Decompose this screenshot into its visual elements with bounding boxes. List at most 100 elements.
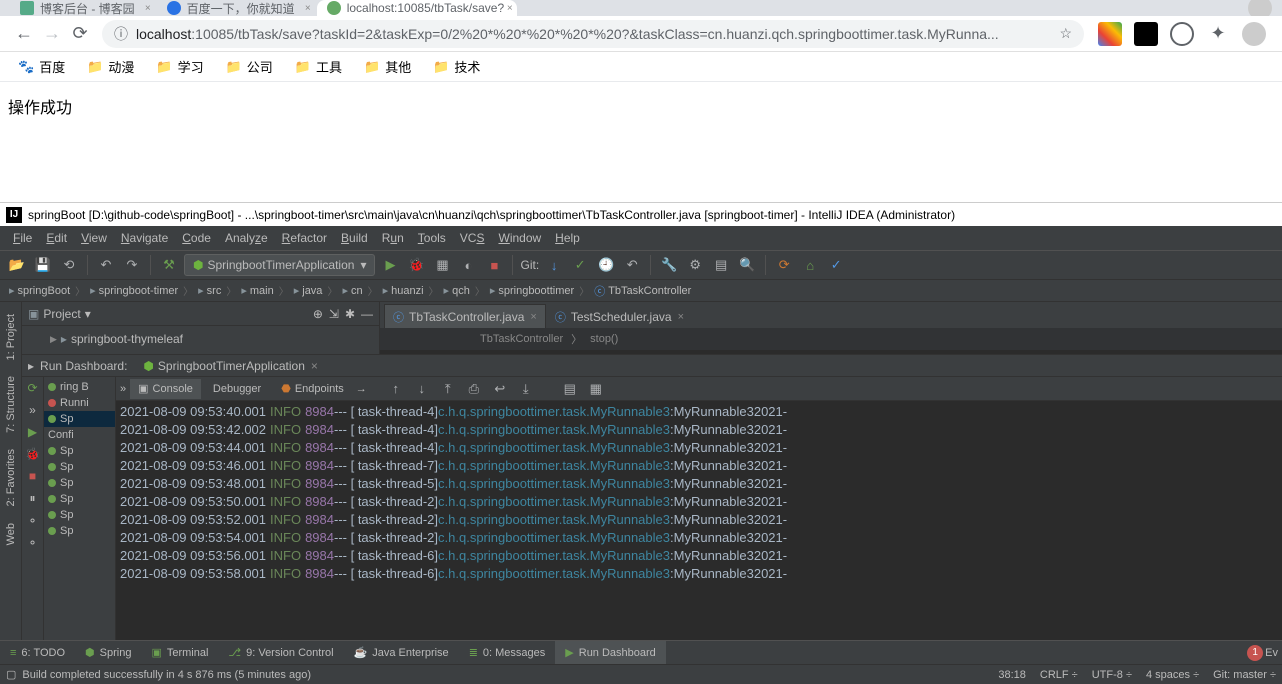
status-item[interactable]: Git: master ÷ xyxy=(1213,669,1276,681)
close-icon[interactable]: × xyxy=(145,3,151,14)
vcs-revert-icon[interactable]: ↶ xyxy=(621,254,643,276)
locate-icon[interactable]: ⊕ xyxy=(313,307,323,321)
scroll-icon[interactable]: ⤓ xyxy=(515,378,537,400)
crumb-item[interactable]: ▸springboottimer xyxy=(487,284,577,297)
settings-icon[interactable]: ⚙ xyxy=(684,254,706,276)
address-bar[interactable]: ⓘ localhost :10085 /tbTask/save?taskId=2… xyxy=(102,20,1084,48)
menu-file[interactable]: File xyxy=(6,231,39,245)
chevron-down-icon[interactable]: ▾ xyxy=(85,307,91,321)
event-log-label[interactable]: Ev xyxy=(1265,647,1282,659)
home-icon[interactable]: ⌂ xyxy=(799,254,821,276)
bookmark-item[interactable]: 📁工具 xyxy=(287,57,350,76)
menu-vcs[interactable]: VCS xyxy=(453,231,492,245)
info-icon[interactable]: ⓘ xyxy=(114,24,128,44)
bottom-tab[interactable]: ≡6: TODO xyxy=(0,641,75,665)
run-tree-item[interactable]: ring B xyxy=(44,379,115,395)
pause-icon[interactable]: ⏸ xyxy=(29,491,35,506)
vcs-update-icon[interactable]: ↓ xyxy=(543,254,565,276)
status-icon[interactable]: ▢ xyxy=(6,668,16,681)
gear-icon[interactable]: ✱ xyxy=(345,307,355,321)
sidebar-project[interactable]: 1: Project xyxy=(3,306,19,368)
editor-tab[interactable]: ⓒ TestScheduler.java × xyxy=(546,304,693,328)
crumb-item[interactable]: ▸huanzi xyxy=(380,284,427,297)
crumb-class[interactable]: TbTaskController xyxy=(480,333,563,345)
profiler-icon[interactable]: ◐ xyxy=(457,254,479,276)
close-icon[interactable]: × xyxy=(678,311,684,323)
run-icon[interactable]: ▶ xyxy=(28,425,37,439)
back-button[interactable]: ← xyxy=(10,20,38,48)
bookmark-item[interactable]: 📁其他 xyxy=(356,57,419,76)
run-tree-item[interactable]: Sp xyxy=(44,507,115,523)
run-tree-item[interactable]: Sp xyxy=(44,411,115,427)
menu-tools[interactable]: Tools xyxy=(411,231,453,245)
ext-icon[interactable] xyxy=(1134,22,1158,46)
bookmark-item[interactable]: 🐾 百度 xyxy=(10,57,73,76)
project-selector-icon[interactable]: ▣ xyxy=(28,307,39,321)
forward-button[interactable]: → xyxy=(38,20,66,48)
ext-icon[interactable] xyxy=(1098,22,1122,46)
layout-icon[interactable]: ▤ xyxy=(559,378,581,400)
editor-tab-active[interactable]: ⓒ TbTaskController.java × xyxy=(384,304,546,328)
status-item[interactable]: 4 spaces ÷ xyxy=(1146,669,1199,681)
up-icon[interactable]: ↑ xyxy=(385,378,407,400)
restart-icon[interactable]: ⟳ xyxy=(773,254,795,276)
run-tree-item[interactable]: Sp xyxy=(44,443,115,459)
browser-tab[interactable]: 百度一下，你就知道 × xyxy=(157,0,315,16)
bottom-tab[interactable]: ≣0: Messages xyxy=(459,641,556,665)
star-icon[interactable]: ☆ xyxy=(1059,25,1072,42)
status-item[interactable]: CRLF ÷ xyxy=(1040,669,1078,681)
more-icon[interactable]: → xyxy=(356,383,367,395)
bookmark-item[interactable]: 📁学习 xyxy=(148,57,211,76)
debug-button[interactable]: 🐞 xyxy=(405,254,427,276)
menu-build[interactable]: Build xyxy=(334,231,375,245)
status-item[interactable]: UTF-8 ÷ xyxy=(1092,669,1132,681)
tree-item[interactable]: ▶▸springboot-thymeleaf xyxy=(22,330,379,348)
debugger-tab[interactable]: Debugger xyxy=(205,379,269,399)
bookmark-item[interactable]: 📁公司 xyxy=(218,57,281,76)
menu-navigate[interactable]: Navigate xyxy=(114,231,175,245)
console-output[interactable]: 2021-08-09 09:53:40.001 INFO 8984 --- [ … xyxy=(116,401,1282,640)
layout-icon[interactable]: ▦ xyxy=(585,378,607,400)
crumb-item[interactable]: ▸main xyxy=(238,284,276,297)
hide-icon[interactable]: — xyxy=(361,307,373,321)
down-icon[interactable]: ↓ xyxy=(411,378,433,400)
filter-icon[interactable]: ⚬ xyxy=(27,514,37,528)
bottom-tab[interactable]: ▶Run Dashboard xyxy=(555,641,666,665)
menu-run[interactable]: Run xyxy=(375,231,411,245)
stop-button[interactable]: ■ xyxy=(483,254,505,276)
run-tree-item[interactable]: Sp xyxy=(44,459,115,475)
menu-window[interactable]: Window xyxy=(491,231,548,245)
run-tree-item[interactable]: Sp xyxy=(44,523,115,539)
close-icon[interactable]: × xyxy=(305,3,311,14)
rerun-icon[interactable]: ⟳ xyxy=(27,381,37,395)
endpoints-tab[interactable]: ⬣Endpoints xyxy=(273,379,352,399)
menu-edit[interactable]: Edit xyxy=(39,231,74,245)
browser-tab[interactable]: 博客后台 - 博客园 × xyxy=(10,0,155,16)
crumb-item[interactable]: ▸cn xyxy=(339,284,365,297)
crumb-item[interactable]: ▸java xyxy=(291,284,326,297)
bottom-tab[interactable]: ⬢Spring xyxy=(75,641,141,665)
hammer-icon[interactable]: ⚒ xyxy=(158,254,180,276)
sidebar-web[interactable]: Web xyxy=(3,515,19,553)
extensions-icon[interactable]: ✦ xyxy=(1206,22,1230,46)
crumb-item[interactable]: ▸src xyxy=(195,284,224,297)
wrench-icon[interactable]: 🔧 xyxy=(658,254,680,276)
crumb-item[interactable]: ▸springBoot xyxy=(6,284,73,297)
check-icon[interactable]: ✓ xyxy=(825,254,847,276)
crumb-item[interactable]: ▸qch xyxy=(441,284,473,297)
search-icon[interactable]: 🔍 xyxy=(736,254,758,276)
structure-icon[interactable]: ▤ xyxy=(710,254,732,276)
open-icon[interactable]: 📂 xyxy=(6,254,28,276)
run-config-selector[interactable]: ⬢ SpringbootTimerApplication ▾ xyxy=(184,254,375,276)
console-tab[interactable]: ▣Console xyxy=(130,379,201,399)
run-tree-item[interactable]: Sp xyxy=(44,491,115,507)
print-icon[interactable]: ⎙ xyxy=(463,378,485,400)
menu-code[interactable]: Code xyxy=(175,231,218,245)
profile-icon[interactable] xyxy=(1242,22,1266,46)
event-count-badge[interactable]: 1 xyxy=(1247,645,1263,661)
bottom-tab[interactable]: ⎇9: Version Control xyxy=(218,641,343,665)
more-icon[interactable]: » xyxy=(29,403,36,417)
project-panel-title[interactable]: Project xyxy=(43,307,80,321)
expand-icon[interactable]: ▶ xyxy=(50,334,57,345)
run-tree-item[interactable]: Runni xyxy=(44,395,115,411)
